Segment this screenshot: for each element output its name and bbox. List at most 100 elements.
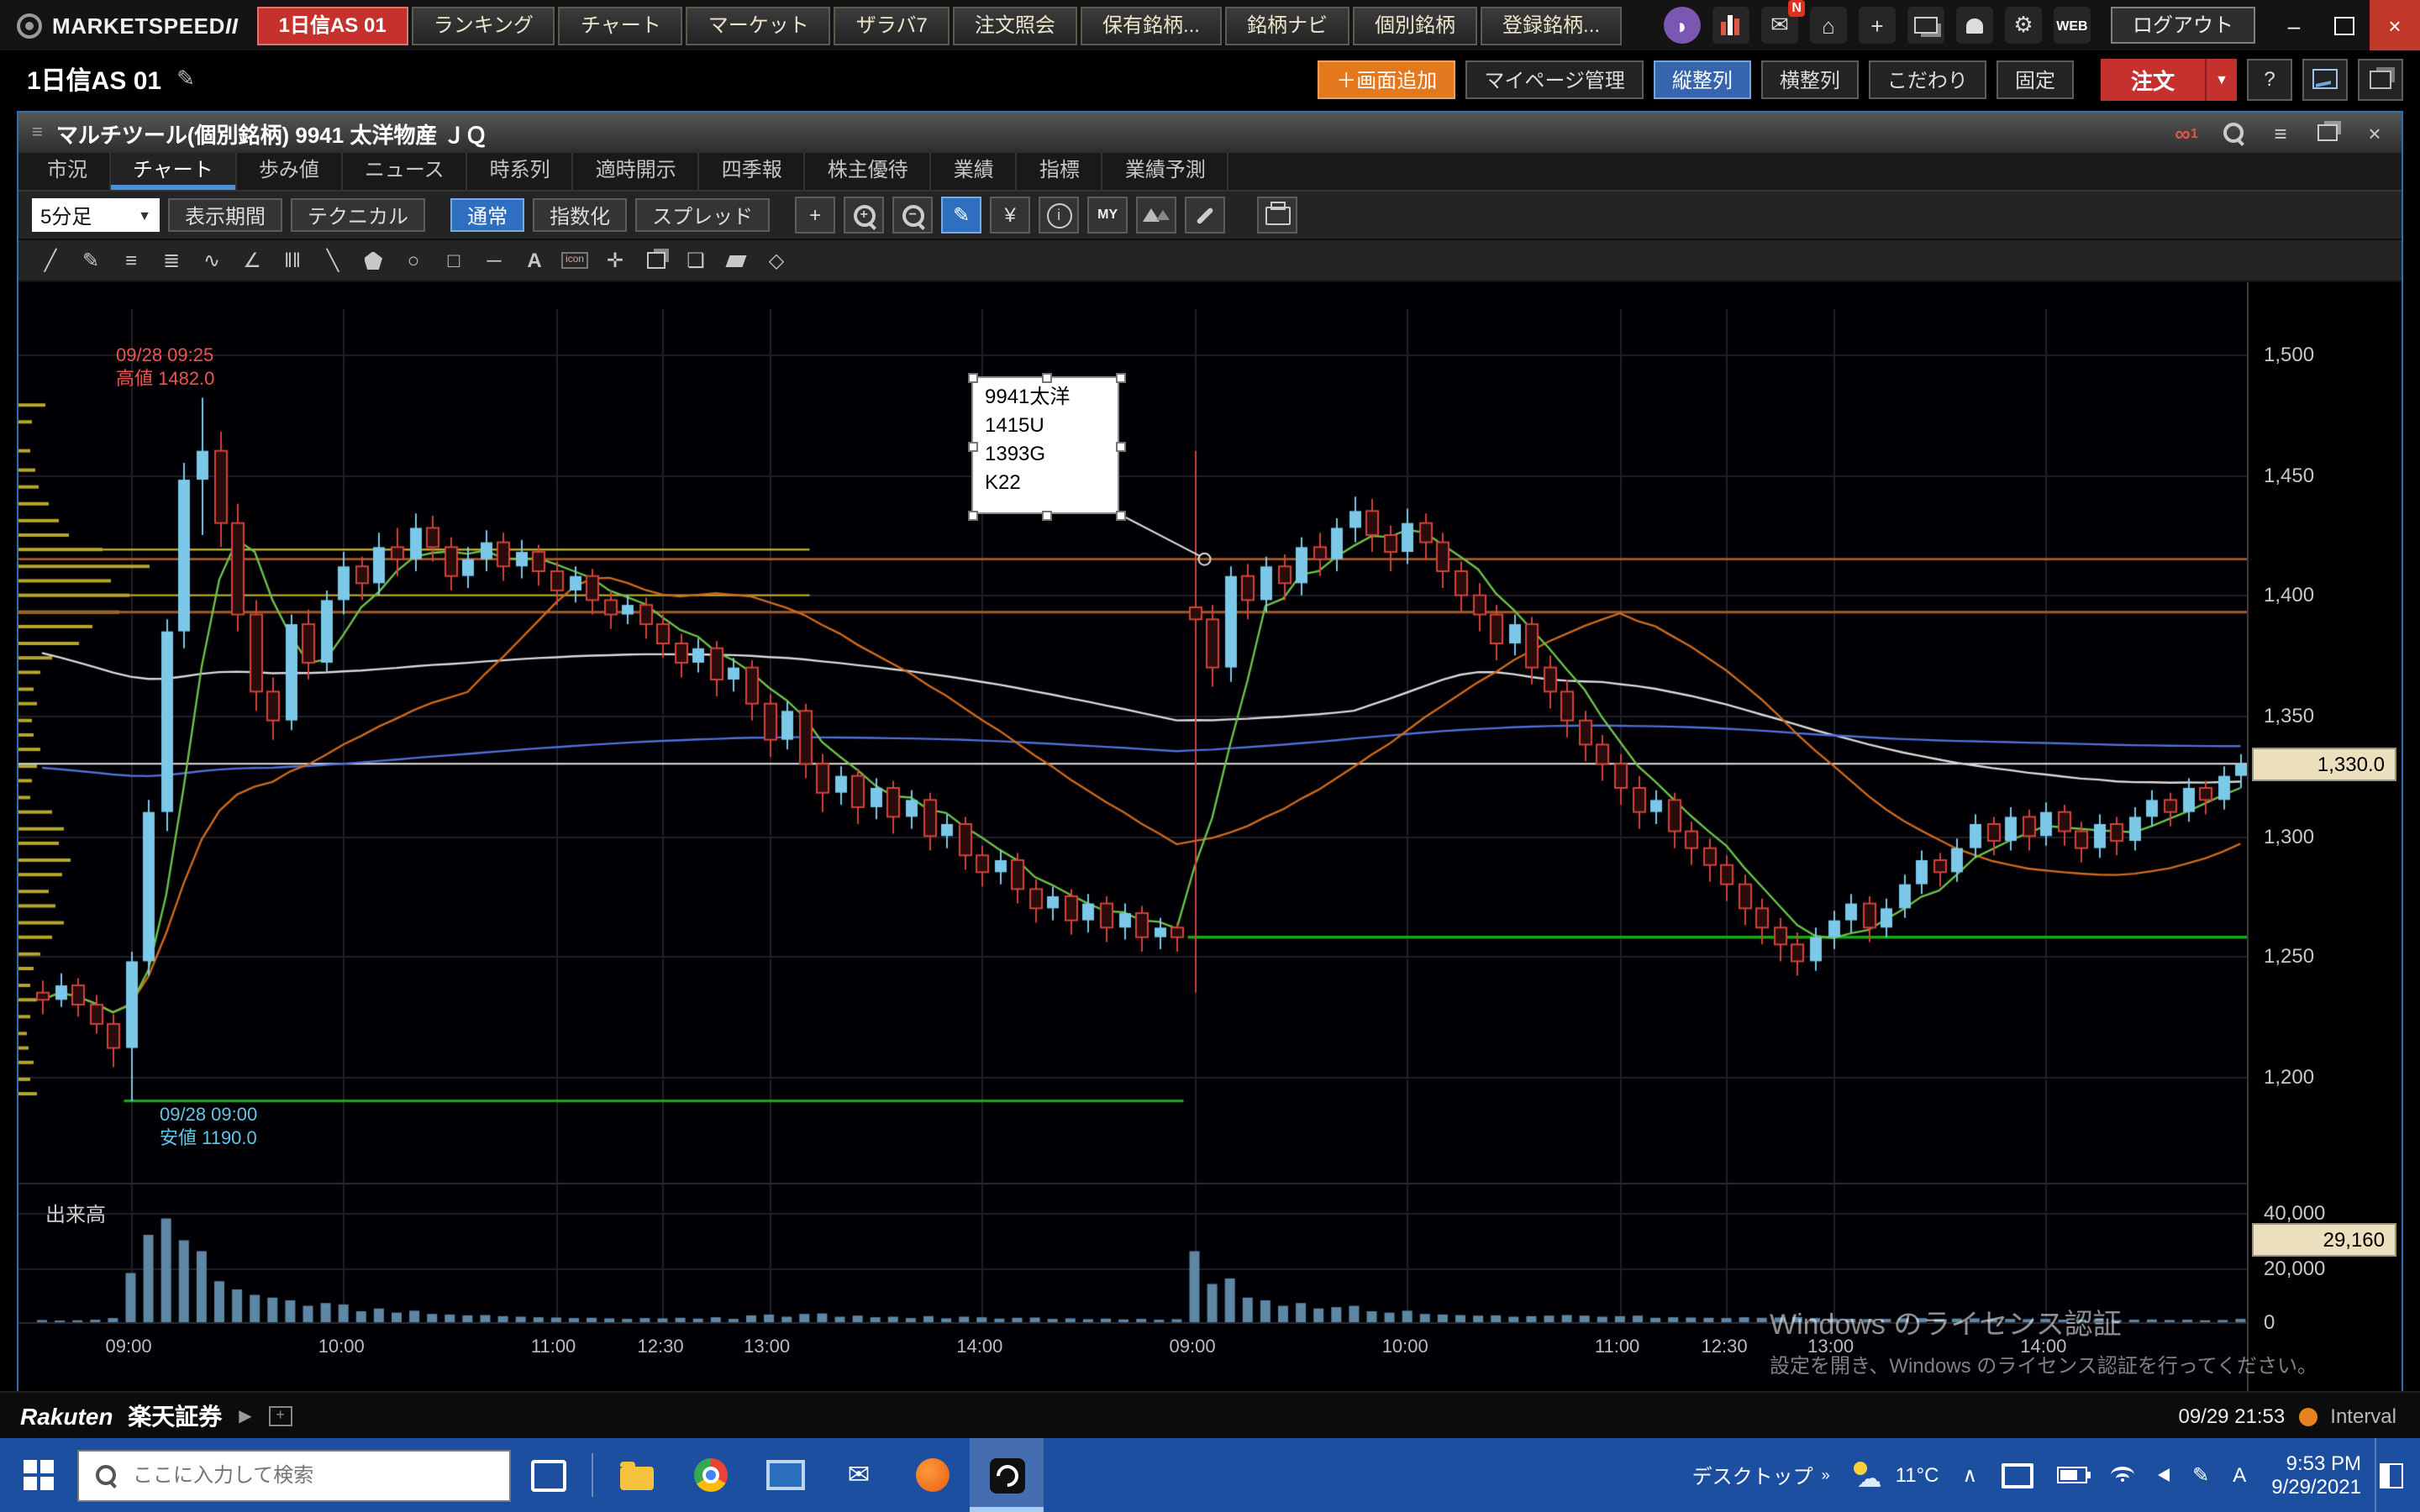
tab-適時開示[interactable]: 適時開示 <box>574 153 700 190</box>
tooltip-handle-3[interactable] <box>968 442 978 452</box>
bell-icon[interactable] <box>1956 7 1993 44</box>
taskbar-search[interactable] <box>77 1449 511 1501</box>
tab-四季報[interactable]: 四季報 <box>700 153 806 190</box>
cascade-windows-button[interactable] <box>2358 58 2403 100</box>
segment-icon[interactable]: ─ <box>476 244 513 276</box>
weather-widget[interactable]: ☁ 11°C <box>1842 1438 1951 1512</box>
chart-window-button[interactable] <box>2302 58 2348 100</box>
order-button[interactable]: 注文 ▼ <box>2101 58 2237 100</box>
display-period-button[interactable]: 表示期間 <box>168 198 282 232</box>
close-icon[interactable]: × <box>2370 0 2420 50</box>
search-input[interactable] <box>129 1462 492 1488</box>
tooltip-handle-1[interactable] <box>1042 373 1052 383</box>
mail-icon[interactable]: ✉ <box>822 1438 896 1512</box>
subbar-button-5[interactable]: 固定 <box>1996 60 2074 98</box>
close-window-icon[interactable]: × <box>2361 120 2388 145</box>
multitool-titlebar[interactable]: ≡ マルチツール(個別銘柄) 9941 太洋物産 ＪＱ ∞1 ≡ × <box>18 113 2402 153</box>
chrome-icon[interactable] <box>674 1438 748 1512</box>
print-icon[interactable] <box>1257 197 1297 234</box>
tooltip-handle-2[interactable] <box>1116 373 1126 383</box>
technical-button[interactable]: テクニカル <box>291 198 425 232</box>
tab-業績[interactable]: 業績 <box>932 153 1018 190</box>
taskbar-clock[interactable]: 9:53 PM 9/29/2021 <box>2258 1452 2375 1499</box>
clear-icon[interactable]: ◇ <box>758 244 795 276</box>
spread-mode-button[interactable]: スプレッド <box>635 198 770 232</box>
tab-業績予測[interactable]: 業績予測 <box>1103 153 1229 190</box>
display-icon[interactable] <box>1989 1438 2044 1512</box>
subbar-button-3[interactable]: 横整列 <box>1761 60 1859 98</box>
cascade-icon[interactable] <box>2314 124 2341 141</box>
top-tab-2[interactable]: チャート <box>559 6 683 45</box>
parallel-lines-icon[interactable]: ≣ <box>153 244 190 276</box>
chart-annotation-tooltip[interactable]: 9941太洋 1415U 1393G K22 <box>971 376 1119 514</box>
my-chart-icon[interactable]: MY <box>1087 197 1128 234</box>
grid-icon[interactable]: + <box>269 1406 292 1426</box>
gear-icon[interactable]: ⚙ <box>2005 7 2042 44</box>
help-button[interactable]: ? <box>2247 58 2292 100</box>
tab-歩み値[interactable]: 歩み値 <box>237 153 343 190</box>
home-icon[interactable]: ⌂ <box>1810 7 1847 44</box>
yen-icon[interactable]: ¥ <box>990 197 1030 234</box>
zoom-out-icon[interactable]: − <box>892 197 933 234</box>
menu-icon[interactable]: ≡ <box>2267 120 2294 145</box>
expand-icon[interactable]: ▶ <box>239 1407 251 1425</box>
media-icon[interactable] <box>896 1438 970 1512</box>
tooltip-handle-4[interactable] <box>1116 442 1126 452</box>
wave-icon[interactable]: ∿ <box>193 244 230 276</box>
draw-icon[interactable]: ✎ <box>941 197 981 234</box>
pen-icon[interactable]: ✎ <box>2181 1438 2221 1512</box>
task-view-button[interactable] <box>511 1438 585 1512</box>
top-tab-8[interactable]: 個別銘柄 <box>1353 6 1477 45</box>
order-dropdown-icon[interactable]: ▼ <box>2205 58 2237 100</box>
logout-button[interactable]: ログアウト <box>2111 7 2255 44</box>
news-icon[interactable]: ✉N <box>1761 7 1798 44</box>
dual-display-icon[interactable] <box>1907 7 1944 44</box>
tab-市況[interactable]: 市況 <box>25 153 111 190</box>
tooltip-handle-6[interactable] <box>1042 511 1052 521</box>
top-tab-7[interactable]: 銘柄ナビ <box>1225 6 1349 45</box>
pin-icon[interactable]: ✛ <box>597 244 634 276</box>
top-tab-4[interactable]: ザラバ7 <box>834 6 950 45</box>
copy-icon[interactable] <box>637 244 674 276</box>
period-select[interactable]: 5分足 ▼ <box>32 198 160 232</box>
status-icon[interactable]: ◗ <box>1664 7 1701 44</box>
pentagon-icon[interactable] <box>355 244 392 276</box>
tab-ニュース[interactable]: ニュース <box>343 153 468 190</box>
top-tab-6[interactable]: 保有銘柄... <box>1081 6 1222 45</box>
tooltip-handle-5[interactable] <box>968 511 978 521</box>
tab-株主優待[interactable]: 株主優待 <box>806 153 932 190</box>
top-tab-9[interactable]: 登録銘柄... <box>1481 6 1622 45</box>
edit-title-icon[interactable]: ✎ <box>176 66 195 92</box>
tray-expand-button[interactable]: ∧ <box>1950 1438 1989 1512</box>
tab-チャート[interactable]: チャート <box>111 153 237 190</box>
zoom-in-icon[interactable]: + <box>844 197 884 234</box>
marker-icon[interactable]: ✎ <box>72 244 109 276</box>
action-center-button[interactable] <box>2376 1438 2420 1512</box>
crosshair-icon[interactable]: + <box>795 197 835 234</box>
volume-icon[interactable] <box>2145 1438 2181 1512</box>
subbar-button-0[interactable]: ＋画面追加 <box>1318 60 1455 98</box>
subbar-button-4[interactable]: こだわり <box>1869 60 1986 98</box>
tab-時系列[interactable]: 時系列 <box>468 153 574 190</box>
top-tab-0[interactable]: 1日信AS 01 <box>257 6 408 45</box>
settings-wrench-icon[interactable] <box>1185 197 1225 234</box>
battery-icon[interactable] <box>2044 1438 2098 1512</box>
angle-line-icon[interactable]: ╲ <box>314 244 351 276</box>
folder-icon[interactable] <box>600 1438 674 1512</box>
subbar-button-2[interactable]: 縦整列 <box>1654 60 1751 98</box>
info-icon[interactable]: i <box>1039 197 1079 234</box>
marketspeed-icon[interactable] <box>970 1438 1044 1512</box>
layers-icon[interactable]: ❏ <box>677 244 714 276</box>
market-chart-icon[interactable] <box>1712 7 1749 44</box>
stamp-icon[interactable]: icon <box>556 244 593 276</box>
tab-指標[interactable]: 指標 <box>1018 153 1103 190</box>
eraser-icon[interactable] <box>718 244 755 276</box>
ellipse-icon[interactable]: ○ <box>395 244 432 276</box>
maximize-icon[interactable] <box>2319 0 2370 50</box>
desktop-toggle[interactable]: デスクトップ» <box>1681 1438 1842 1512</box>
minimize-icon[interactable]: – <box>2269 0 2319 50</box>
top-tab-1[interactable]: ランキング <box>412 6 555 45</box>
top-tab-5[interactable]: 注文照会 <box>953 6 1077 45</box>
start-button[interactable] <box>0 1438 77 1512</box>
rectangle-icon[interactable]: □ <box>435 244 472 276</box>
